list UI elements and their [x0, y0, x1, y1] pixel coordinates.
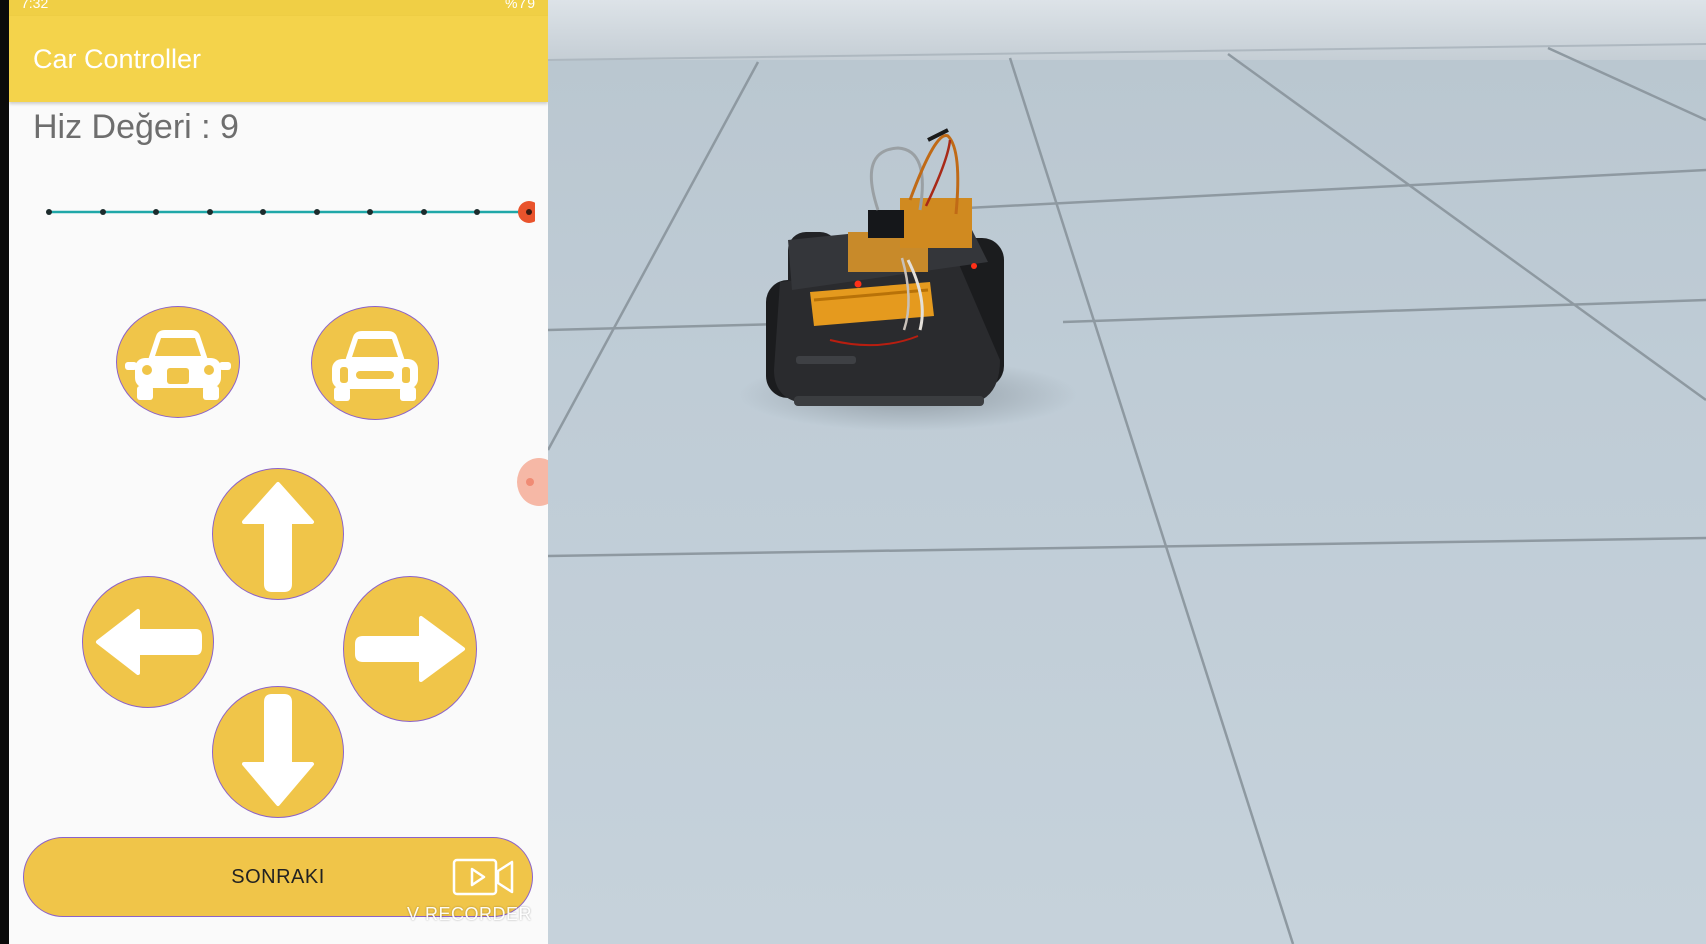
video-camera-icon: [452, 858, 514, 896]
car-front-icon: [332, 331, 418, 401]
left-button[interactable]: [82, 576, 214, 708]
robot-car: [766, 128, 1004, 406]
speed-slider-graphic: [46, 201, 535, 223]
slider-tick: [153, 209, 159, 215]
slider-tick: [367, 209, 373, 215]
car-mode-button-right[interactable]: [311, 306, 439, 420]
status-time: 7:32: [21, 0, 49, 11]
floor-scene: [548, 0, 1706, 944]
phone-screen: 7:32 %79 Car Controller Hiz Değeri : 9 S…: [9, 0, 548, 944]
right-button[interactable]: [343, 576, 477, 722]
backward-button[interactable]: [212, 686, 344, 818]
slider-tick: [100, 209, 106, 215]
status-bar: 7:32 %79: [9, 0, 548, 16]
slider-tick: [474, 209, 480, 215]
slider-tick: [260, 209, 266, 215]
car-front-icon: [125, 330, 231, 400]
camera-view: [548, 0, 1706, 944]
arrow-right-icon: [355, 616, 465, 682]
arrow-down-icon: [242, 694, 314, 806]
status-battery: %79: [504, 0, 536, 11]
tile-seams: [548, 46, 1706, 944]
slider-tick: [207, 209, 213, 215]
app-title: Car Controller: [33, 44, 202, 74]
recorder-watermark: V RECORDER: [407, 904, 533, 924]
forward-button[interactable]: [212, 468, 344, 600]
arrow-left-icon: [96, 609, 202, 675]
app-bar: Car Controller: [9, 16, 548, 102]
arrow-up-icon: [242, 482, 314, 592]
speed-value-label: Hiz Değeri : 9: [33, 108, 239, 146]
slider-thumb-dot: [526, 209, 532, 215]
speed-slider[interactable]: [35, 200, 535, 224]
slider-tick: [314, 209, 320, 215]
car-mode-button-left[interactable]: [116, 306, 240, 418]
slider-tick: [46, 209, 52, 215]
slider-tick: [421, 209, 427, 215]
